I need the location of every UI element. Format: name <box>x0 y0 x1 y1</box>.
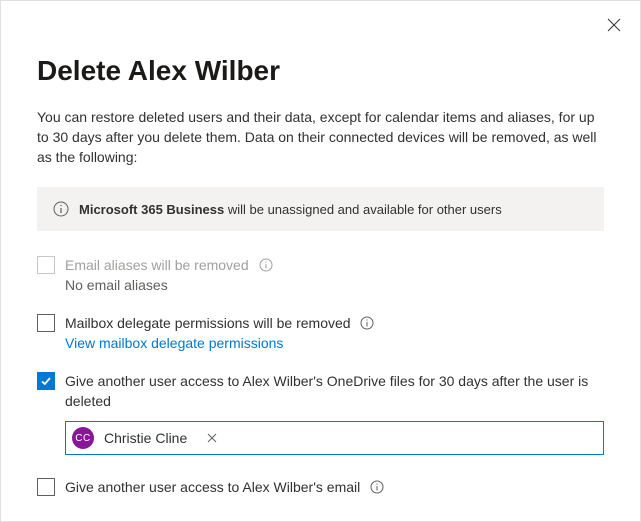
avatar: CC <box>72 427 94 449</box>
onedrive-access-picker-wrap: CC Christie Cline <box>65 421 604 455</box>
people-picker[interactable]: CC Christie Cline <box>65 421 604 455</box>
option-mailbox-delegate-label: Mailbox delegate permissions will be rem… <box>65 315 351 331</box>
option-email-aliases-sub: No email aliases <box>65 277 604 293</box>
option-email-aliases: Email aliases will be removed No email a… <box>37 255 604 293</box>
license-unassign-banner: Microsoft 365 Business will be unassigne… <box>37 187 604 231</box>
close-icon <box>207 433 217 443</box>
checkbox-email-access[interactable] <box>37 478 55 496</box>
info-icon-email-access[interactable] <box>370 480 384 494</box>
checkbox-mailbox-delegate[interactable] <box>37 314 55 332</box>
banner-text: Microsoft 365 Business will be unassigne… <box>79 202 502 217</box>
chip-remove-button[interactable] <box>203 429 221 447</box>
banner-product: Microsoft 365 Business <box>79 202 224 217</box>
delete-user-panel: Delete Alex Wilber You can restore delet… <box>0 0 641 522</box>
persona-name: Christie Cline <box>100 430 189 446</box>
checkbox-email-aliases <box>37 256 55 274</box>
intro-text: You can restore deleted users and their … <box>37 107 604 167</box>
checkbox-onedrive-access[interactable] <box>37 372 55 390</box>
option-mailbox-delegate: Mailbox delegate permissions will be rem… <box>37 313 604 351</box>
info-icon-mailbox-delegate[interactable] <box>360 316 374 330</box>
option-email-aliases-label: Email aliases will be removed <box>65 257 249 273</box>
option-onedrive-access-label: Give another user access to Alex Wilber'… <box>65 373 588 409</box>
checkmark-icon <box>40 375 52 387</box>
banner-suffix: will be unassigned and available for oth… <box>224 202 502 217</box>
panel-title: Delete Alex Wilber <box>37 55 604 87</box>
option-email-access-label: Give another user access to Alex Wilber'… <box>65 479 360 495</box>
close-button[interactable] <box>604 15 624 35</box>
info-icon <box>53 201 69 217</box>
close-icon <box>607 18 621 32</box>
option-email-access: Give another user access to Alex Wilber'… <box>37 477 604 497</box>
option-onedrive-access: Give another user access to Alex Wilber'… <box>37 371 604 411</box>
info-icon-aliases[interactable] <box>259 258 273 272</box>
persona-chip: CC Christie Cline <box>72 427 221 449</box>
link-view-mailbox-delegate[interactable]: View mailbox delegate permissions <box>65 335 283 351</box>
